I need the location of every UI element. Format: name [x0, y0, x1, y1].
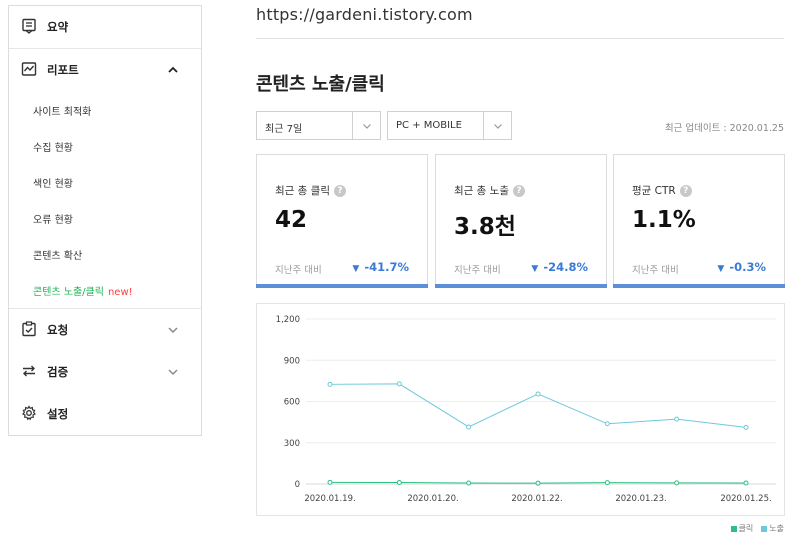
summary-icon: [22, 18, 36, 34]
legend-label: 노출: [769, 524, 784, 533]
chart-legend: 클릭 노출: [723, 523, 784, 534]
legend-swatch: [730, 525, 737, 532]
legend-swatch: [761, 525, 768, 532]
stat-card-change: ▼ -0.3%: [717, 260, 766, 274]
data-point: [466, 424, 472, 430]
sidebar-item-request[interactable]: 요청: [9, 309, 201, 351]
down-triangle-icon: ▼: [531, 264, 539, 274]
stat-card-label: 평균 CTR?: [632, 183, 692, 198]
stat-card-value: 1.1%: [632, 207, 696, 233]
data-point: [466, 480, 472, 486]
x-tick-label: 2020.01.20.: [407, 494, 458, 504]
stat-card-ctr: 평균 CTR? 1.1% 지난주 대비 ▼ -0.3%: [613, 154, 785, 288]
help-icon[interactable]: ?: [679, 184, 692, 197]
data-point: [396, 479, 402, 485]
help-icon[interactable]: ?: [333, 184, 346, 197]
checklist-icon: [22, 321, 36, 337]
data-point: [743, 424, 749, 430]
stat-card-label: 최근 총 클릭?: [275, 183, 346, 198]
sidebar-item-label: 요약: [47, 20, 69, 34]
sync-icon: [23, 365, 35, 377]
sidebar-subitem-site-optimization[interactable]: 사이트 최적화: [33, 103, 91, 118]
period-select-value: 최근 7일: [265, 124, 303, 135]
stat-card-label: 최근 총 노출?: [454, 183, 525, 198]
period-select[interactable]: 최근 7일: [256, 111, 381, 140]
down-triangle-icon: ▼: [717, 264, 725, 274]
y-tick-label: 300: [284, 439, 300, 449]
sidebar: 요약 리포트 사이트 최적화 수집 현황 색인 현황 오류 현황 콘텐츠 확산 …: [8, 5, 202, 436]
new-badge: new!: [107, 287, 133, 298]
chevron-down-icon[interactable]: [167, 366, 179, 378]
line-chart: 1,200 900 600 300 0 2020.01.19. 2020.01.20. 202…: [276, 315, 776, 504]
x-tick-label: 2020.01.25.: [720, 494, 771, 504]
last-updated: 최근 업데이트 : 2020.01.25: [664, 123, 784, 134]
sidebar-subitem-content-exposure[interactable]: 콘텐츠 노출/클릭 new!: [33, 283, 133, 298]
sidebar-subitem-error-status[interactable]: 오류 현황: [33, 211, 73, 226]
divider: [256, 38, 784, 39]
data-point: [674, 480, 680, 486]
stat-card-value: 42: [275, 207, 308, 233]
stat-card-accent-bar: [435, 284, 607, 288]
x-tick-label: 2020.01.19.: [304, 494, 355, 504]
legend-item-impressions: 노출: [761, 523, 784, 534]
site-url: https://gardeni.tistory.com: [256, 5, 473, 24]
legend-label: 클릭: [738, 524, 754, 533]
stat-card-accent-bar: [613, 284, 785, 288]
sidebar-item-label: 리포트: [47, 63, 79, 77]
chevron-down-icon: [363, 124, 371, 129]
series-line-impressions: [329, 383, 747, 428]
page-title: 콘텐츠 노출/클릭: [256, 74, 385, 95]
stat-card-compare-label: 지난주 대비: [632, 265, 679, 276]
data-point: [535, 391, 541, 397]
sidebar-item-settings[interactable]: 설정: [9, 393, 201, 435]
select-divider: [352, 112, 353, 139]
stat-card-value: 3.8천: [454, 214, 516, 240]
x-tick-label: 2020.01.22.: [511, 494, 562, 504]
stat-card-clicks: 최근 총 클릭? 42 지난주 대비 ▼ -41.7%: [256, 154, 428, 288]
data-point: [674, 416, 680, 422]
stat-card-change: ▼ -24.8%: [531, 260, 588, 274]
sidebar-item-label: 요청: [47, 323, 69, 337]
data-point: [327, 479, 333, 485]
data-point: [327, 381, 333, 387]
device-select-value: PC + MOBILE: [396, 120, 462, 131]
stat-card-compare-label: 지난주 대비: [454, 265, 501, 276]
data-point: [604, 480, 610, 486]
sidebar-subitem-crawl-status[interactable]: 수집 현황: [33, 139, 73, 154]
select-divider: [483, 112, 484, 139]
x-tick-label: 2020.01.23.: [615, 494, 666, 504]
data-point: [535, 480, 541, 486]
sidebar-subitem-content-spread[interactable]: 콘텐츠 확산: [33, 247, 82, 262]
sidebar-item-label: 설정: [47, 407, 69, 421]
chevron-up-icon[interactable]: [167, 64, 179, 76]
chevron-down-icon: [494, 124, 502, 129]
sidebar-item-summary[interactable]: 요약: [9, 6, 201, 48]
stat-card-change: ▼ -41.7%: [352, 260, 409, 274]
y-tick-label: 1,200: [276, 315, 300, 325]
data-point: [743, 480, 749, 486]
stat-card-compare-label: 지난주 대비: [275, 265, 322, 276]
help-icon[interactable]: ?: [512, 184, 525, 197]
sidebar-item-verify[interactable]: 검증: [9, 351, 201, 393]
data-point: [396, 381, 402, 387]
report-icon: [21, 62, 37, 76]
y-tick-label: 900: [284, 356, 300, 366]
sidebar-subitem-index-status[interactable]: 색인 현황: [33, 175, 73, 190]
device-select[interactable]: PC + MOBILE: [387, 111, 512, 140]
data-point: [604, 421, 610, 427]
y-tick-label: 0: [295, 480, 300, 490]
stat-card-impressions: 최근 총 노출? 3.8천 지난주 대비 ▼ -24.8%: [435, 154, 607, 288]
y-tick-label: 600: [284, 398, 300, 408]
gear-icon: [22, 405, 36, 421]
sidebar-item-label: 검증: [47, 365, 69, 379]
sidebar-item-report[interactable]: 리포트: [9, 49, 201, 91]
sidebar-subitem-label: 콘텐츠 노출/클릭: [33, 287, 104, 298]
down-triangle-icon: ▼: [352, 264, 360, 274]
legend-item-clicks: 클릭: [730, 523, 754, 534]
stat-card-accent-bar: [256, 284, 428, 288]
chevron-down-icon[interactable]: [167, 324, 179, 336]
